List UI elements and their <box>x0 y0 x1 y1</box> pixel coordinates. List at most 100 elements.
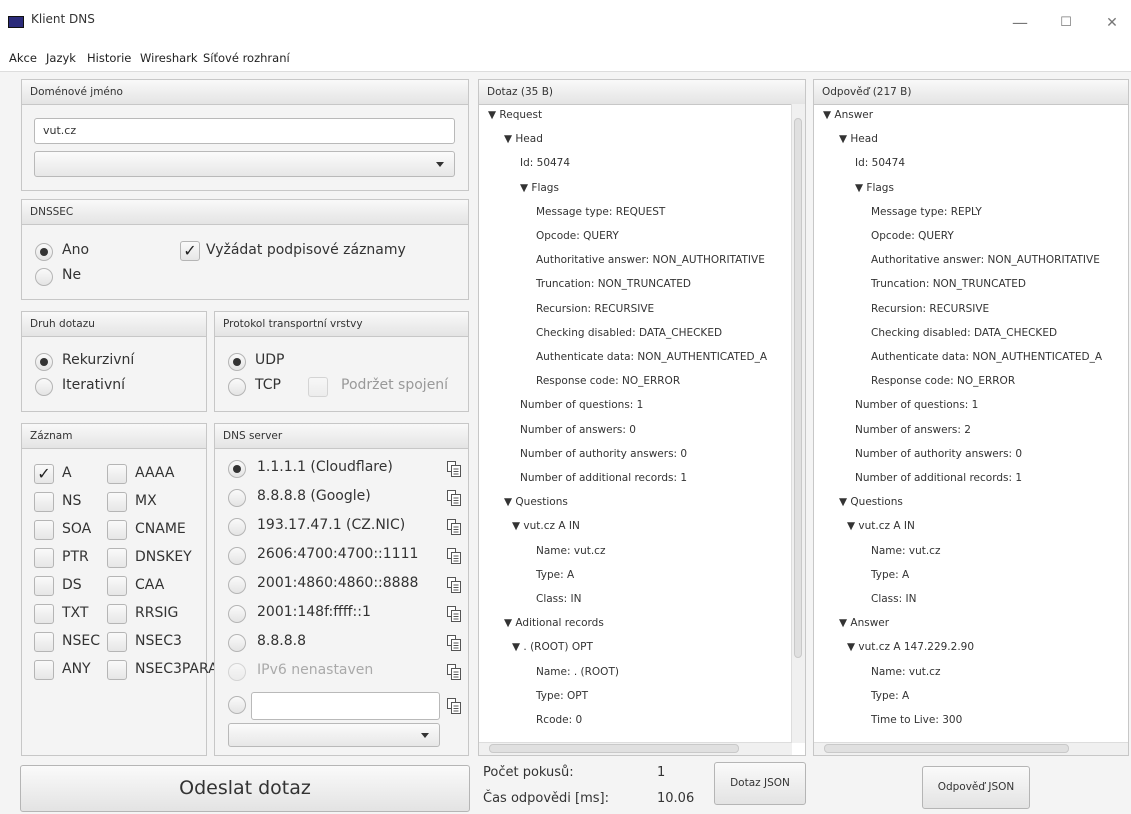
tree-node: Authenticate data: NON_AUTHENTICATED_A <box>536 351 768 363</box>
record-nsec3param-checkbox[interactable] <box>107 660 127 680</box>
copy-icon[interactable] <box>447 490 461 506</box>
request-vertical-scrollbar[interactable] <box>791 104 805 743</box>
record-a-checkbox[interactable]: ✓ <box>34 464 54 484</box>
domain-history-combo[interactable] <box>34 151 455 177</box>
dnssec-no-radio[interactable] <box>35 268 53 286</box>
recursive-radio[interactable] <box>35 353 53 371</box>
tree-node[interactable]: ▼ Head <box>504 133 543 145</box>
record-soa-checkbox[interactable] <box>34 520 54 540</box>
dns-server-radio[interactable] <box>228 518 246 536</box>
record-nsec-checkbox[interactable] <box>34 632 54 652</box>
record-mx-checkbox[interactable] <box>107 492 127 512</box>
udp-radio[interactable] <box>228 353 246 371</box>
dns-server-radio[interactable] <box>228 605 246 623</box>
tree-node[interactable]: ▼ Questions <box>839 496 903 508</box>
record-rrsig-checkbox[interactable] <box>107 604 127 624</box>
tree-node[interactable]: ▼ Answer <box>839 617 889 629</box>
tree-node: Number of authority answers: 0 <box>855 447 1023 460</box>
tree-node[interactable]: ▼ Questions <box>504 496 568 508</box>
copy-icon[interactable] <box>447 606 461 622</box>
tree-node[interactable]: ▼ vut.cz A IN <box>847 520 915 532</box>
tree-node: Name: vut.cz <box>536 544 606 557</box>
record-ns-label: NS <box>62 493 82 509</box>
custom-server-radio[interactable] <box>228 696 246 714</box>
tree-node[interactable]: ▼ Flags <box>520 182 559 194</box>
domain-input[interactable]: vut.cz <box>34 118 455 144</box>
dns-server-radio[interactable] <box>228 576 246 594</box>
copy-icon[interactable] <box>447 577 461 593</box>
record-ptr-checkbox[interactable] <box>34 548 54 568</box>
dnssec-yes-label: Ano <box>62 242 90 258</box>
dns-server-radio[interactable] <box>228 489 246 507</box>
response-json-button[interactable]: Odpověď JSON <box>922 766 1030 809</box>
tree-node: Truncation: NON_TRUNCATED <box>871 278 1026 291</box>
record-aaaa-checkbox[interactable] <box>107 464 127 484</box>
record-any-checkbox[interactable] <box>34 660 54 680</box>
menu-akce[interactable]: Akce <box>9 51 37 65</box>
scroll-thumb[interactable] <box>824 744 1069 753</box>
copy-icon[interactable] <box>447 519 461 535</box>
send-query-button[interactable]: Odeslat dotaz <box>20 765 470 812</box>
request-json-button[interactable]: Dotaz JSON <box>714 762 806 805</box>
copy-icon[interactable] <box>447 698 461 714</box>
record-txt-checkbox[interactable] <box>34 604 54 624</box>
dnssec-panel: DNSSEC Ano Ne ✓ Vyžádat podpisové záznam… <box>21 199 469 300</box>
tree-node: Time to Live: 300 <box>871 714 963 726</box>
dns-server-history-combo[interactable] <box>228 723 440 747</box>
tree-node[interactable]: ▼ Aditional records <box>504 617 604 629</box>
menu-wireshark[interactable]: Wireshark <box>140 51 198 65</box>
dnssec-no-label: Ne <box>62 267 82 283</box>
request-signatures-checkbox[interactable]: ✓ <box>180 241 200 261</box>
tcp-radio[interactable] <box>228 378 246 396</box>
tree-node: Number of authority answers: 0 <box>520 447 688 460</box>
iterative-radio[interactable] <box>35 378 53 396</box>
maximize-button[interactable]: ☐ <box>1043 6 1089 40</box>
record-dnskey-checkbox[interactable] <box>107 548 127 568</box>
tree-node: Id: 50474 <box>520 157 571 170</box>
tree-node[interactable]: ▼ vut.cz A IN <box>512 520 580 532</box>
tree-node[interactable]: ▼ Flags <box>855 182 894 194</box>
dns-server-radio[interactable] <box>228 663 246 681</box>
request-horizontal-scrollbar[interactable] <box>479 742 792 755</box>
tree-node: Opcode: QUERY <box>536 230 619 242</box>
panel-title: Záznam <box>22 424 206 449</box>
record-nsec3-checkbox[interactable] <box>107 632 127 652</box>
dns-server-radio[interactable] <box>228 547 246 565</box>
tree-node: Checking disabled: DATA_CHECKED <box>536 326 723 339</box>
menu-network-interface[interactable]: Síťové rozhraní <box>203 51 290 65</box>
tree-node: Number of answers: 2 <box>855 423 971 436</box>
scroll-thumb[interactable] <box>794 118 802 658</box>
copy-icon[interactable] <box>447 664 461 680</box>
copy-icon[interactable] <box>447 461 461 477</box>
tree-node[interactable]: ▼ Request <box>488 109 542 121</box>
tree-node[interactable]: ▼ vut.cz A 147.229.2.90 <box>847 641 974 653</box>
record-cname-checkbox[interactable] <box>107 520 127 540</box>
dns-server-radio[interactable] <box>228 634 246 652</box>
title-bar: Klient DNS — ☐ ✕ <box>0 0 1131 46</box>
menu-jazyk[interactable]: Jazyk <box>46 51 76 65</box>
response-time-label: Čas odpovědi [ms]: <box>483 791 610 806</box>
tree-node[interactable]: ▼ Head <box>839 133 878 145</box>
copy-icon[interactable] <box>447 635 461 651</box>
tree-node: Class: IN <box>871 593 917 605</box>
scroll-thumb[interactable] <box>489 744 739 753</box>
dns-server-radio[interactable] <box>228 460 246 478</box>
response-horizontal-scrollbar[interactable] <box>814 742 1128 755</box>
keep-connection-checkbox[interactable] <box>308 377 328 397</box>
record-caa-checkbox[interactable] <box>107 576 127 596</box>
dnssec-yes-radio[interactable] <box>35 243 53 261</box>
tree-node: Truncation: NON_TRUNCATED <box>536 278 691 291</box>
record-ns-checkbox[interactable] <box>34 492 54 512</box>
record-ds-checkbox[interactable] <box>34 576 54 596</box>
menu-historie[interactable]: Historie <box>87 51 131 65</box>
close-button[interactable]: ✕ <box>1089 6 1131 40</box>
tree-node[interactable]: ▼ . (ROOT) OPT <box>512 641 593 653</box>
request-panel: Dotaz (35 B) ▼ Request ▼ Head Id: 50474 ▼ F… <box>478 79 806 756</box>
tree-node: Number of answers: 0 <box>520 423 636 436</box>
tree-node: Type: OPT <box>536 689 589 702</box>
copy-icon[interactable] <box>447 548 461 564</box>
minimize-button[interactable]: — <box>997 6 1043 40</box>
custom-server-input[interactable] <box>251 692 440 720</box>
tree-node[interactable]: ▼ Answer <box>823 109 873 121</box>
recursive-label: Rekurzivní <box>62 352 135 368</box>
